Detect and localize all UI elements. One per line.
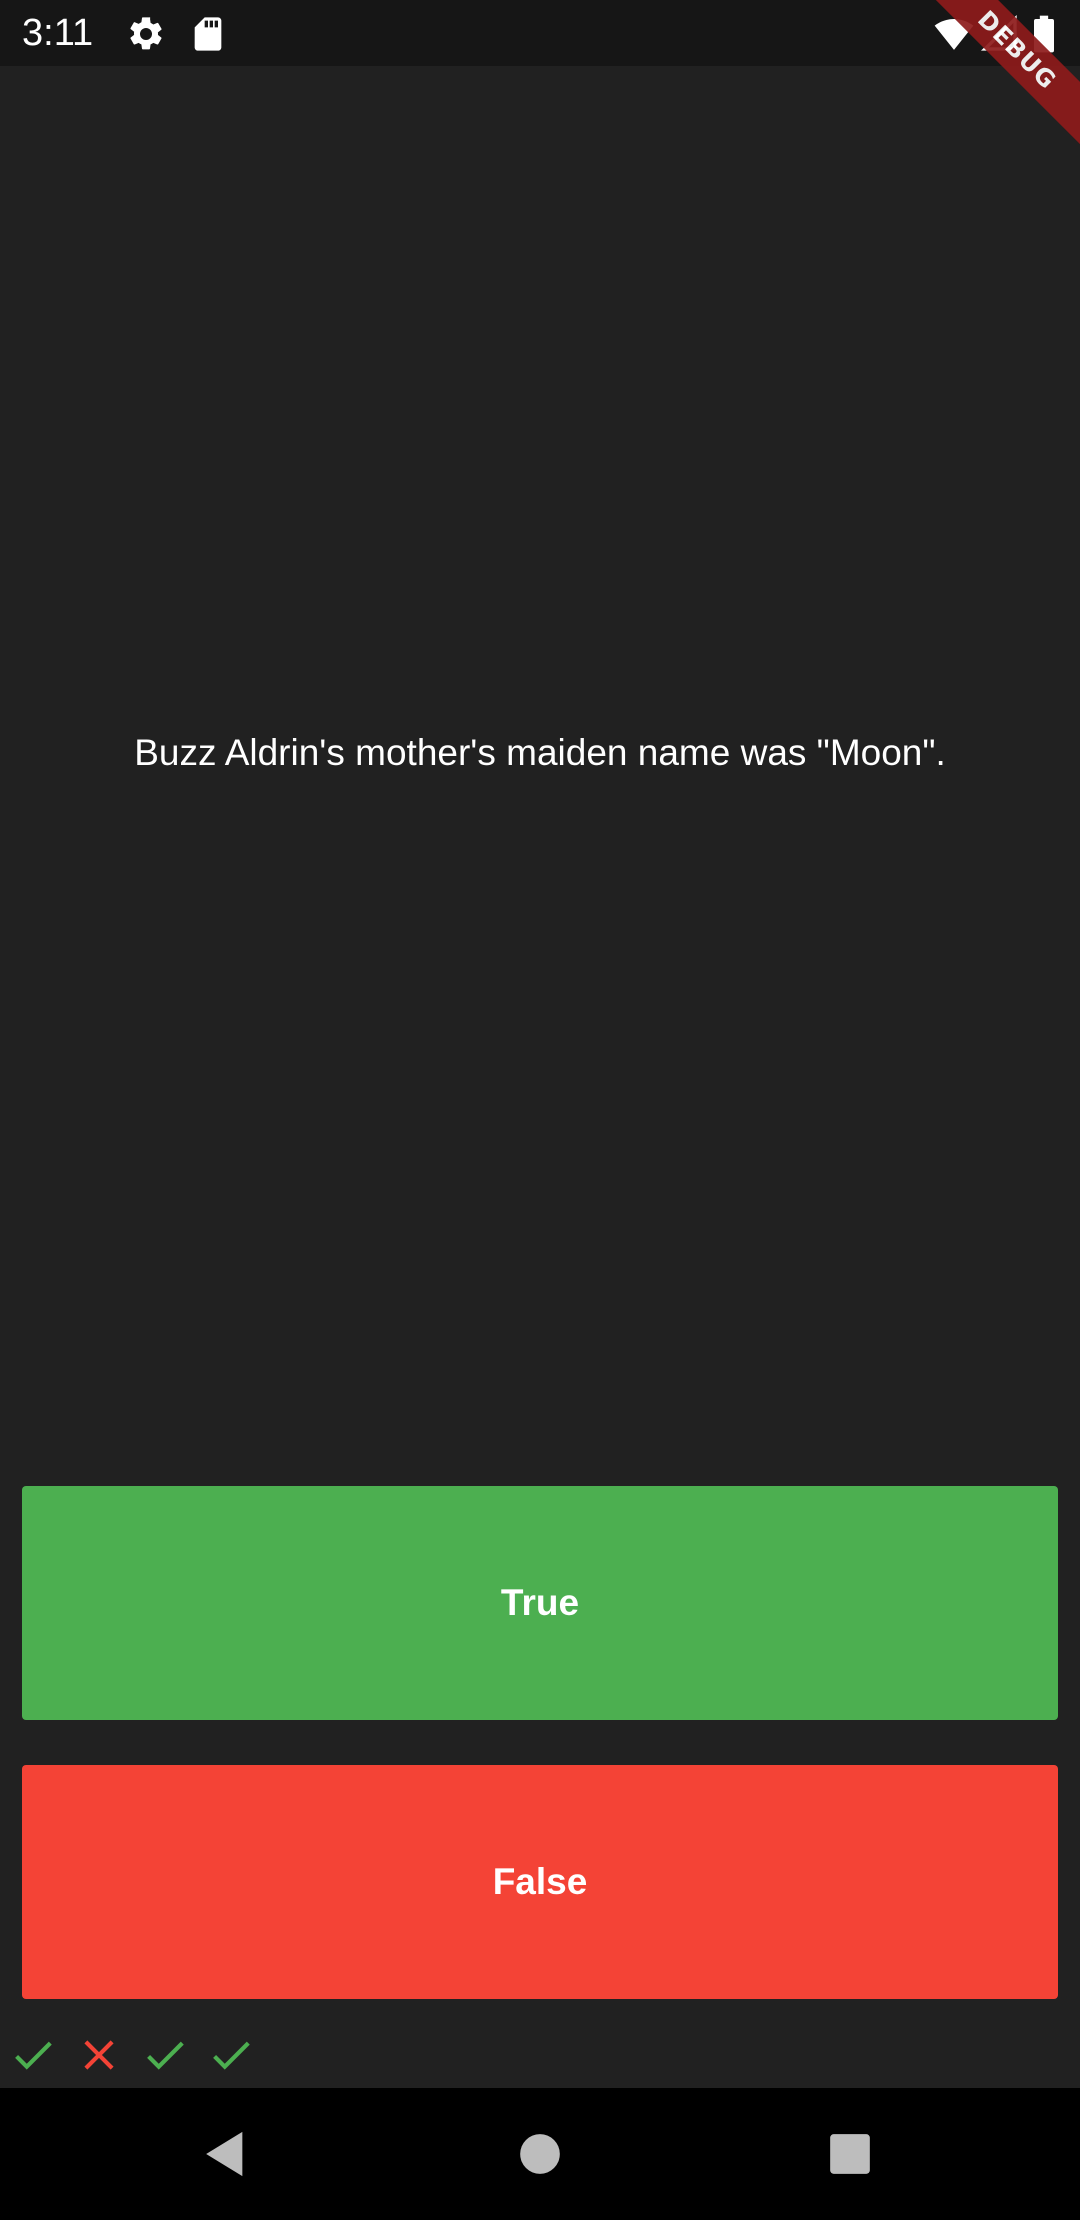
- check-icon: [8, 2030, 58, 2080]
- close-icon: [74, 2030, 124, 2080]
- gear-icon: [126, 14, 166, 54]
- home-icon[interactable]: [512, 2126, 568, 2182]
- battery-icon: [1030, 14, 1058, 54]
- status-bar: 3:11: [0, 0, 1080, 66]
- back-icon[interactable]: [198, 2126, 254, 2182]
- wifi-icon: [934, 14, 974, 54]
- check-icon: [206, 2030, 256, 2080]
- score-keeper: [8, 2030, 256, 2080]
- true-button[interactable]: True: [22, 1486, 1058, 1720]
- sd-card-icon: [188, 14, 228, 54]
- signal-icon: [980, 14, 1020, 54]
- screen: 3:11 DEBUG Buzz Aldrin's mother's maiden…: [0, 0, 1080, 2220]
- question-text: Buzz Aldrin's mother's maiden name was "…: [134, 732, 946, 773]
- false-button[interactable]: False: [22, 1765, 1058, 1999]
- check-icon: [140, 2030, 190, 2080]
- navigation-bar: [0, 2088, 1080, 2220]
- recents-icon[interactable]: [822, 2126, 878, 2182]
- status-time: 3:11: [22, 12, 94, 54]
